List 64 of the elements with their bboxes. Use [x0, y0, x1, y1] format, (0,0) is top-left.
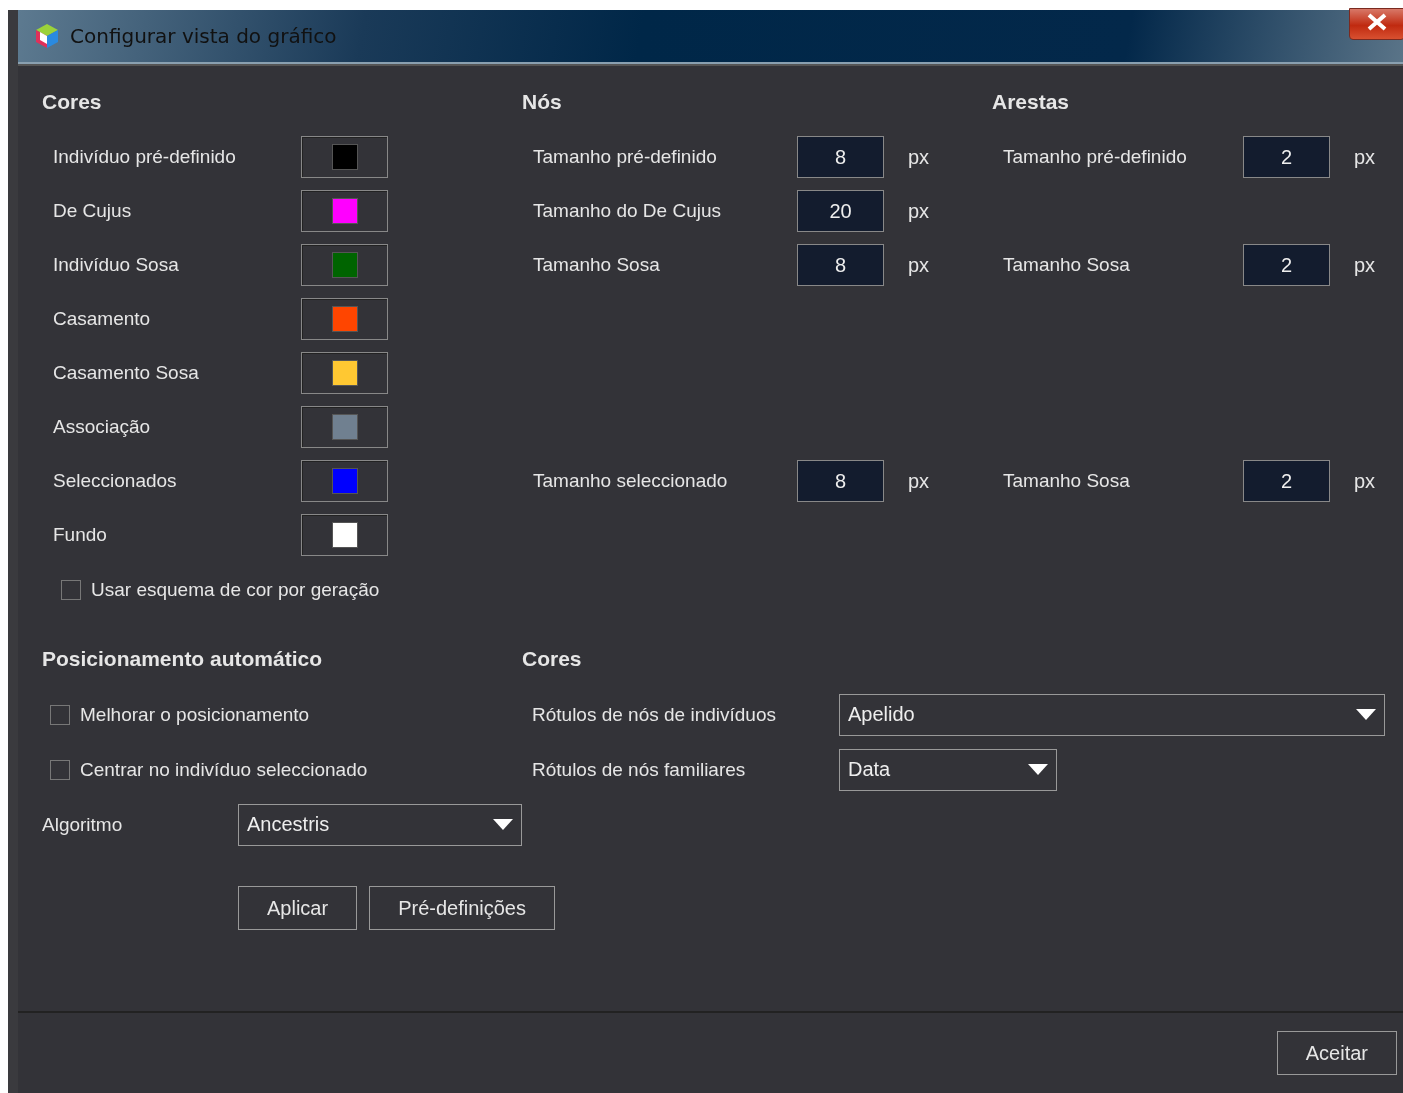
color-picker[interactable] — [301, 460, 388, 502]
color-label: Indivíduo Sosa — [53, 254, 180, 276]
color-label: Associação — [53, 416, 152, 438]
algorithm-dropdown[interactable]: Ancestris — [238, 803, 522, 846]
unit-label: px — [908, 253, 930, 277]
size-field[interactable]: 2 — [1243, 460, 1330, 502]
action-button[interactable]: Pré-definições — [369, 886, 555, 930]
size-field[interactable]: 8 — [797, 136, 884, 178]
checkbox[interactable] — [61, 579, 81, 600]
label-type-dropdown[interactable]: Data — [839, 748, 1057, 791]
color-picker[interactable] — [301, 352, 388, 394]
color-picker[interactable] — [301, 406, 388, 448]
algorithm-label: Algoritmo — [42, 813, 124, 836]
section-heading: Nós — [522, 90, 563, 115]
caret-icon — [493, 818, 513, 831]
checkbox[interactable] — [50, 759, 70, 780]
color-label: Casamento Sosa — [53, 362, 200, 384]
size-field[interactable]: 2 — [1243, 244, 1330, 286]
unit-label: px — [1354, 469, 1376, 493]
checkbox-label: Usar esquema de cor por geração — [91, 578, 381, 601]
size-label: Tamanho Sosa — [1003, 470, 1131, 492]
caret-icon — [1028, 763, 1048, 776]
size-label: Tamanho seleccionado — [533, 470, 729, 492]
size-label: Tamanho Sosa — [1003, 254, 1131, 276]
color-label: Indivíduo pré-definido — [53, 146, 237, 168]
section-heading: Cores — [42, 90, 103, 115]
size-field[interactable]: 2 — [1243, 136, 1330, 178]
label-type-dropdown[interactable]: Apelido — [839, 693, 1385, 736]
color-picker[interactable] — [301, 298, 388, 340]
section-heading: Cores — [522, 647, 583, 672]
section-heading: Posicionamento automático — [42, 647, 324, 672]
size-field[interactable]: 20 — [797, 190, 884, 232]
unit-label: px — [908, 199, 930, 223]
color-label: Casamento — [53, 308, 152, 330]
size-label: Tamanho Sosa — [533, 254, 661, 276]
size-label: Tamanho pré-definido — [533, 146, 718, 168]
size-label: Tamanho do De Cujus — [533, 200, 722, 222]
color-label: Fundo — [53, 524, 108, 546]
color-picker[interactable] — [301, 514, 388, 556]
unit-label: px — [1354, 145, 1376, 169]
color-label: Seleccionados — [53, 470, 178, 492]
color-picker[interactable] — [301, 136, 388, 178]
color-label: De Cujus — [53, 200, 133, 222]
unit-label: px — [908, 469, 930, 493]
caret-icon — [1356, 708, 1376, 721]
checkbox-label: Centrar no indivíduo seleccionado — [80, 758, 369, 781]
size-field[interactable]: 8 — [797, 460, 884, 502]
label-type-label: Rótulos de nós de indivíduos — [532, 703, 777, 726]
unit-label: px — [908, 145, 930, 169]
size-field[interactable]: 8 — [797, 244, 884, 286]
checkbox-label: Melhorar o posicionamento — [80, 703, 311, 726]
unit-label: px — [1354, 253, 1376, 277]
color-picker[interactable] — [301, 244, 388, 286]
size-label: Tamanho pré-definido — [1003, 146, 1188, 168]
checkbox[interactable] — [50, 704, 70, 725]
close-icon — [1366, 12, 1388, 31]
cube-icon — [34, 23, 60, 49]
color-picker[interactable] — [301, 190, 388, 232]
accept-button[interactable]: Aceitar — [1276, 1031, 1397, 1075]
window-title: Configurar vista do gráfico — [70, 24, 337, 48]
action-button[interactable]: Aplicar — [238, 886, 358, 930]
section-heading: Arestas — [992, 90, 1071, 115]
close-button[interactable] — [1349, 8, 1403, 40]
label-type-label: Rótulos de nós familiares — [532, 758, 747, 781]
